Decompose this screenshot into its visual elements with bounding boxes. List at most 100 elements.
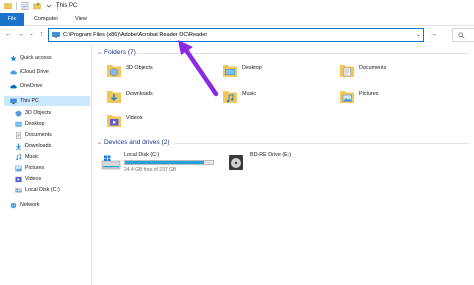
properties-icon[interactable] xyxy=(21,2,29,10)
new-folder-icon[interactable] xyxy=(33,2,41,10)
group-divider xyxy=(175,143,469,144)
drive-icon xyxy=(15,188,22,192)
title-bar: This PC xyxy=(0,0,474,13)
folder-label: 3D Objects xyxy=(126,65,153,71)
picture-icon xyxy=(15,165,22,171)
drive-usage-bar xyxy=(124,160,214,165)
nav-item-music[interactable]: Music xyxy=(15,152,39,162)
tab-file[interactable]: File xyxy=(0,13,24,26)
computer-icon xyxy=(52,32,60,38)
folder-item-downloads[interactable]: Downloads xyxy=(105,88,153,106)
nav-item-label: This PC xyxy=(20,98,39,104)
collapse-chevron-icon[interactable]: ⌄ xyxy=(97,139,104,146)
refresh-arrow-icon[interactable]: → xyxy=(427,28,440,42)
folder-item-music[interactable]: Music xyxy=(221,88,256,106)
documents-folder-icon xyxy=(340,65,354,77)
folder-label: Documents xyxy=(359,65,387,71)
drive-usage-fill xyxy=(125,161,205,164)
folders-group-header[interactable]: ⌄ Folders (7) xyxy=(97,49,136,56)
content-pane: ⌄ Folders (7) 3D Objects Desktop Documen… xyxy=(93,44,474,285)
ribbon-tabs: File Computer View xyxy=(0,13,474,26)
address-path: C:\Program Files (x86)\Adobe\Acrobat Rea… xyxy=(63,32,208,38)
downloads-folder-icon xyxy=(107,91,121,103)
nav-item-label: Music xyxy=(25,154,39,160)
nav-item-3d-objects[interactable]: 3D Objects xyxy=(15,108,51,118)
music-icon xyxy=(16,153,22,160)
folder-label: Pictures xyxy=(359,91,379,97)
windows-drive-icon xyxy=(101,155,121,170)
pictures-folder-icon xyxy=(340,91,354,103)
group-divider xyxy=(137,53,469,54)
nav-item-onedrive[interactable]: OneDrive xyxy=(10,81,42,91)
nav-item-label: Network xyxy=(20,202,40,208)
nav-item-label: Quick access xyxy=(20,55,52,61)
collapse-chevron-icon[interactable]: ⌄ xyxy=(97,49,104,56)
address-dropdown-icon[interactable]: ⌄ xyxy=(416,31,421,38)
up-arrow-icon[interactable]: ↑ xyxy=(37,30,46,39)
folder-item-documents[interactable]: Documents xyxy=(338,62,386,80)
drive-label: BD-RE Drive (E:) xyxy=(250,152,292,158)
nav-item-label: Documents xyxy=(25,132,52,138)
cube-icon xyxy=(15,110,22,117)
drive-item-bd-re[interactable]: BD-RE Drive (E:) xyxy=(227,152,327,176)
search-icon xyxy=(458,32,465,39)
nav-item-quick-access[interactable]: Quick access xyxy=(10,53,52,63)
nav-item-downloads[interactable]: Downloads xyxy=(15,141,51,151)
nav-item-videos[interactable]: Videos xyxy=(15,174,41,184)
nav-item-desktop[interactable]: Desktop xyxy=(15,119,44,129)
folder-label: Videos xyxy=(126,115,143,121)
nav-item-label: OneDrive xyxy=(20,83,43,89)
forward-arrow-icon[interactable]: → xyxy=(16,30,25,39)
folder-label: Downloads xyxy=(126,91,153,97)
nav-item-local-disk[interactable]: Local Disk (C:) xyxy=(15,185,60,195)
group-title: Devices and drives (2) xyxy=(104,139,170,146)
folder-label: Desktop xyxy=(242,65,262,71)
tab-view[interactable]: View xyxy=(67,13,95,26)
tab-computer[interactable]: Computer xyxy=(26,13,66,26)
folder-label: Music xyxy=(242,91,257,97)
folder-item-3d-objects[interactable]: 3D Objects xyxy=(105,62,153,80)
desktop-folder-icon xyxy=(15,121,22,127)
download-icon xyxy=(15,142,22,149)
toolbar-divider xyxy=(16,2,17,10)
nav-item-label: Desktop xyxy=(25,121,45,127)
group-title: Folders (7) xyxy=(104,49,136,56)
drives-group-header[interactable]: ⌄ Devices and drives (2) xyxy=(97,139,170,146)
computer-icon xyxy=(10,98,17,104)
nav-item-network[interactable]: Network xyxy=(10,200,39,210)
optical-drive-icon xyxy=(229,155,243,170)
qat-dropdown-icon[interactable] xyxy=(45,2,53,10)
folder-item-desktop[interactable]: Desktop xyxy=(221,62,262,80)
music-folder-icon xyxy=(223,91,237,103)
nav-item-label: 3D Objects xyxy=(25,110,52,116)
nav-item-label: Videos xyxy=(25,176,42,182)
explorer-folder-icon xyxy=(4,3,12,10)
nav-item-documents[interactable]: Documents xyxy=(15,130,52,140)
nav-item-this-pc[interactable]: This PC xyxy=(4,96,90,106)
network-icon xyxy=(10,202,17,208)
search-box[interactable] xyxy=(452,28,474,42)
folder-item-videos[interactable]: Videos xyxy=(105,112,142,130)
window-title: This PC xyxy=(56,3,78,9)
desktop-folder-icon xyxy=(223,65,237,77)
video-icon xyxy=(15,176,22,182)
folder-item-pictures[interactable]: Pictures xyxy=(338,88,378,106)
nav-item-label: Local Disk (C:) xyxy=(25,187,60,193)
address-row: ← → ⌄ ↑ C:\Program Files (x86)\Adobe\Acr… xyxy=(0,26,474,44)
drive-free-space: 24.4 GB free of 237 GB xyxy=(124,167,177,173)
document-icon xyxy=(16,131,21,139)
navigation-pane: Quick access iCloud Drive OneDrive This … xyxy=(0,44,92,285)
recent-locations-chevron-icon[interactable]: ⌄ xyxy=(27,30,36,39)
drive-item-local-disk[interactable]: Local Disk (C:) 24.4 GB free of 237 GB xyxy=(101,152,221,176)
cloud-icon xyxy=(10,84,17,88)
address-bar[interactable]: C:\Program Files (x86)\Adobe\Acrobat Rea… xyxy=(48,28,424,42)
nav-item-label: Downloads xyxy=(25,143,52,149)
nav-item-label: iCloud Drive xyxy=(20,69,49,75)
nav-item-pictures[interactable]: Pictures xyxy=(15,163,44,173)
nav-item-label: Pictures xyxy=(25,165,45,171)
cube-folder-icon xyxy=(107,65,121,77)
drive-label: Local Disk (C:) xyxy=(124,152,160,158)
nav-item-icloud-drive[interactable]: iCloud Drive xyxy=(10,67,49,77)
back-arrow-icon[interactable]: ← xyxy=(4,30,13,39)
cloud-icon xyxy=(10,69,17,74)
